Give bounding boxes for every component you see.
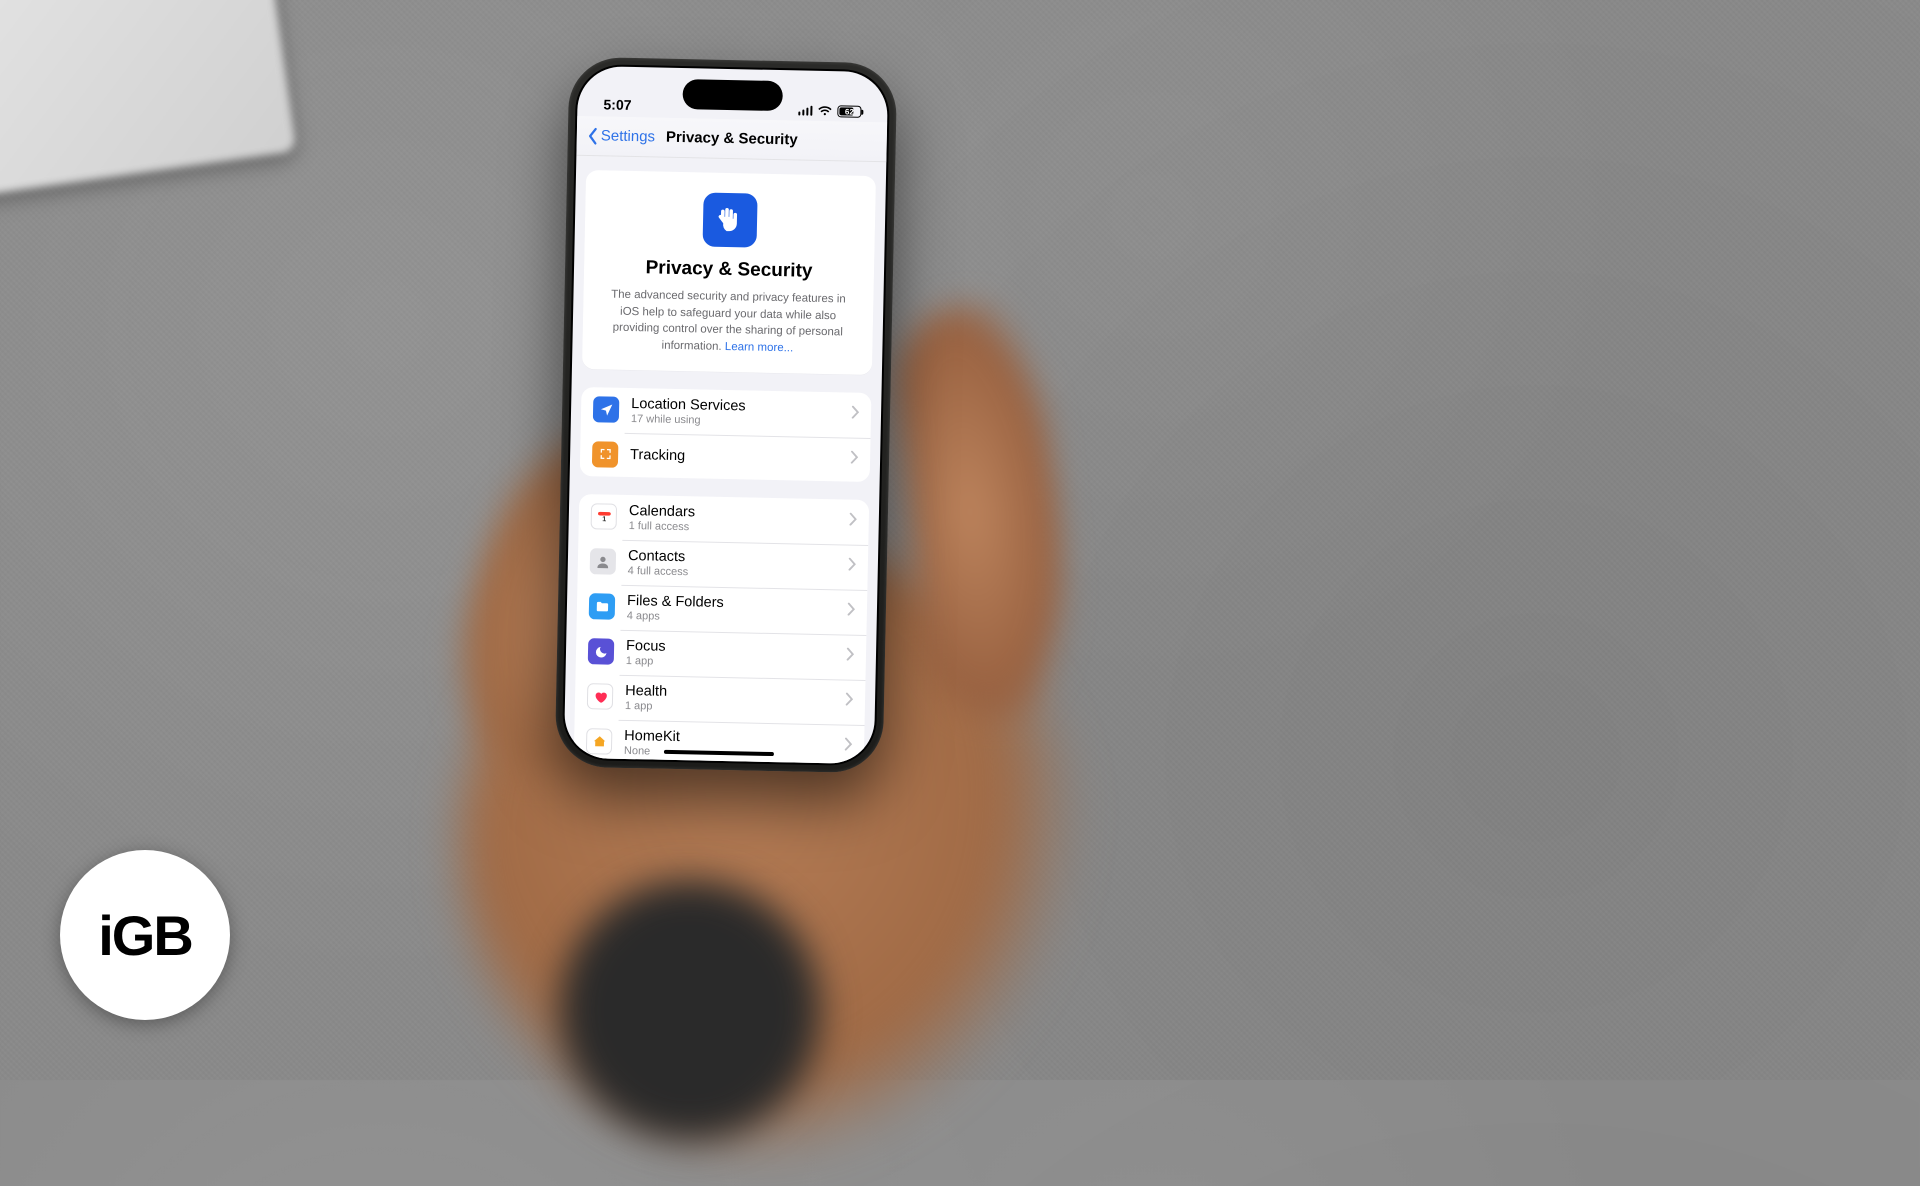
wifi-icon	[817, 105, 832, 117]
settings-group-1: Location Services 17 while using Trackin…	[580, 387, 872, 482]
calendar-icon: 1	[591, 503, 618, 530]
hero-title: Privacy & Security	[602, 256, 856, 283]
battery-indicator: 62	[837, 105, 861, 117]
chevron-right-icon	[845, 693, 853, 711]
chevron-right-icon	[847, 603, 855, 621]
cellular-signal-icon	[798, 105, 813, 115]
chevron-right-icon	[850, 450, 858, 468]
battery-text: 62	[845, 107, 854, 116]
nav-bar: Settings Privacy & Security	[576, 116, 887, 162]
back-label: Settings	[601, 127, 656, 145]
row-calendars[interactable]: 1 Calendars 1 full access	[578, 494, 869, 545]
wrist-watchband	[560, 880, 820, 1140]
chevron-right-icon	[851, 406, 859, 424]
hero-card: Privacy & Security The advanced security…	[582, 170, 876, 375]
status-time: 5:07	[603, 96, 631, 113]
chevron-left-icon	[587, 127, 599, 145]
chevron-right-icon	[848, 558, 856, 576]
settings-content[interactable]: Privacy & Security The advanced security…	[564, 156, 887, 764]
heart-icon	[587, 683, 614, 710]
row-focus[interactable]: Focus 1 app	[576, 629, 867, 680]
watermark-text: iGB	[98, 903, 192, 968]
row-location-services[interactable]: Location Services 17 while using	[581, 387, 872, 438]
chevron-right-icon	[849, 513, 857, 531]
location-arrow-icon	[593, 396, 620, 423]
fingers-shape	[888, 293, 1081, 726]
row-contacts[interactable]: Contacts 4 full access	[577, 539, 868, 590]
nav-title: Privacy & Security	[666, 129, 798, 149]
row-media-apple-music[interactable]: Media & Apple Music	[573, 764, 864, 765]
row-homekit[interactable]: HomeKit None	[574, 719, 865, 765]
back-button[interactable]: Settings	[587, 127, 656, 146]
laptop-corner	[0, 0, 296, 207]
homekit-icon	[586, 728, 613, 755]
tracking-icon	[592, 441, 619, 468]
row-files-folders[interactable]: Files & Folders 4 apps	[576, 584, 867, 635]
chevron-right-icon	[844, 738, 852, 756]
focus-icon	[588, 638, 615, 665]
iphone-frame: 5:07 62 Settings	[555, 57, 898, 774]
settings-group-2: 1 Calendars 1 full access Cont	[573, 494, 870, 765]
folder-icon	[589, 593, 616, 620]
contacts-icon	[590, 548, 617, 575]
row-health[interactable]: Health 1 app	[575, 674, 866, 725]
row-title: Tracking	[630, 447, 838, 467]
dynamic-island	[682, 79, 783, 111]
iphone-screen: 5:07 62 Settings	[564, 66, 888, 764]
privacy-hand-icon	[703, 192, 758, 247]
chevron-right-icon	[846, 648, 854, 666]
watermark-badge: iGB	[60, 850, 230, 1020]
row-tracking[interactable]: Tracking	[580, 432, 871, 482]
svg-text:1: 1	[602, 515, 606, 523]
learn-more-link[interactable]: Learn more...	[725, 341, 794, 354]
